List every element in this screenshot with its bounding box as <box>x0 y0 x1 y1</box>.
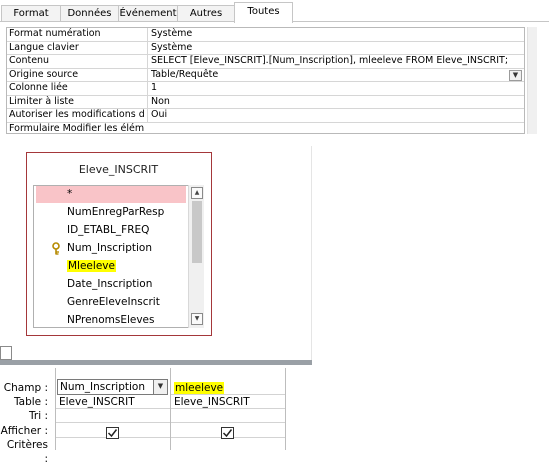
field-combo-1[interactable]: Num_Inscription ▼ <box>57 379 168 395</box>
scroll-down-icon[interactable]: ▼ <box>191 313 203 325</box>
property-name: Origine source <box>9 68 79 80</box>
query-column-3[interactable] <box>285 368 312 450</box>
property-value[interactable]: Table/Requête <box>147 68 522 81</box>
property-row[interactable]: Origine source Table/Requête ▼ <box>7 68 524 82</box>
property-name: Formulaire Modifier les éléme <box>9 122 144 134</box>
chevron-down-icon[interactable]: ▼ <box>509 69 522 81</box>
property-name: Limiter à liste <box>9 95 74 107</box>
chevron-down-icon[interactable]: ▼ <box>153 380 167 394</box>
scroll-up-icon[interactable]: ▲ <box>191 187 203 199</box>
table-title: Eleve_INSCRIT <box>78 163 159 176</box>
property-name: Langue clavier <box>9 41 79 53</box>
property-value[interactable]: Système <box>147 28 522 41</box>
scroll-thumb[interactable] <box>192 201 202 263</box>
list-item-all-fields[interactable]: * <box>36 186 186 203</box>
column-sort-cell[interactable] <box>171 409 286 423</box>
show-checkbox-1[interactable] <box>106 427 119 439</box>
list-item[interactable]: ID_ETABL_FREQ <box>36 222 186 239</box>
row-label-table: Table : <box>13 396 48 408</box>
row-label-tri: Tri : <box>29 410 48 422</box>
property-row[interactable]: Colonne liée 1 <box>7 82 524 96</box>
row-label-criteres: Critères : <box>6 439 48 465</box>
tab-donnees[interactable]: Données <box>60 5 119 22</box>
selector-box[interactable] <box>0 346 12 360</box>
property-value[interactable]: Système <box>147 41 522 54</box>
primary-key-icon <box>52 242 60 255</box>
column-table-cell[interactable]: Eleve_INSCRIT <box>171 395 286 409</box>
property-name: Autoriser les modifications de <box>9 109 144 120</box>
property-value[interactable]: 1 <box>147 82 522 95</box>
property-row[interactable]: Format numération Système <box>7 28 524 42</box>
row-label-afficher: Afficher : <box>0 425 48 437</box>
property-row[interactable]: Limiter à liste Non <box>7 95 524 109</box>
field-list-scrollbar[interactable]: ▲ ▼ <box>188 185 204 328</box>
pane-splitter[interactable] <box>0 360 312 365</box>
list-item-highlighted[interactable]: Mleeleve <box>36 258 186 275</box>
column-field-cell[interactable]: mleeleve <box>171 381 286 395</box>
property-sheet-tabs: Format Données Événement Autres Toutes <box>0 0 549 23</box>
column-table-cell[interactable]: Eleve_INSCRIT <box>56 395 171 409</box>
property-name: Format numération <box>9 28 101 39</box>
column-sort-cell[interactable] <box>56 409 171 423</box>
tab-toutes[interactable]: Toutes <box>234 2 293 23</box>
list-item[interactable]: GenreEleveInscrit <box>36 294 186 311</box>
property-name: Contenu <box>9 55 50 66</box>
property-grid-scrollbar[interactable] <box>527 27 537 134</box>
property-value[interactable]: Non <box>147 95 522 108</box>
tab-autres[interactable]: Autres <box>177 5 235 22</box>
field-list: * NumEnregParResp ID_ETABL_FREQ Num_Insc… <box>33 185 204 328</box>
tab-evenement[interactable]: Événement <box>118 5 178 22</box>
list-item[interactable]: NPrenomsEleves <box>36 312 186 327</box>
property-grid: Format numération Système Langue clavier… <box>6 27 525 134</box>
list-item[interactable]: Date_Inscription <box>36 276 186 293</box>
property-row[interactable]: Contenu SELECT [Eleve_INSCRIT].[Num_Insc… <box>7 55 524 69</box>
row-label-champ: Champ : <box>3 382 48 394</box>
list-item-key[interactable]: Num_Inscription <box>36 240 186 257</box>
property-name: Colonne liée <box>9 82 68 93</box>
query-grid: Champ : Table : Tri : Afficher : Critère… <box>0 368 312 465</box>
property-row[interactable]: Autoriser les modifications de Oui <box>7 109 524 123</box>
list-item[interactable]: NumEnregParResp <box>36 204 186 221</box>
property-value[interactable]: Oui <box>147 109 522 122</box>
show-checkbox-2[interactable] <box>221 427 234 439</box>
tab-format[interactable]: Format <box>1 5 61 22</box>
property-row[interactable]: Formulaire Modifier les éléme <box>7 122 524 134</box>
property-row[interactable]: Langue clavier Système <box>7 41 524 55</box>
property-value-contenu[interactable]: SELECT [Eleve_INSCRIT].[Num_Inscription]… <box>147 55 522 68</box>
